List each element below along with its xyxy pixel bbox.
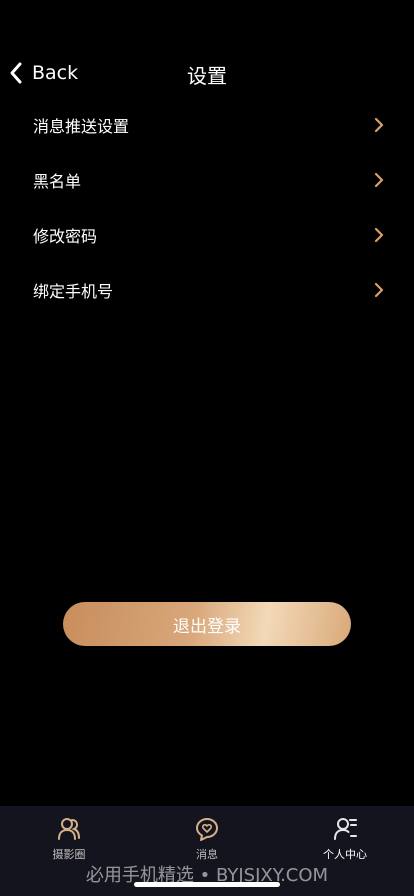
profile-icon bbox=[334, 818, 357, 840]
message-heart-icon bbox=[196, 818, 218, 841]
tab-label: 摄影圈 bbox=[52, 848, 86, 861]
tab-label: 消息 bbox=[196, 848, 218, 861]
people-icon bbox=[58, 818, 80, 840]
chevron-right-icon bbox=[374, 172, 384, 187]
chevron-right-icon bbox=[374, 117, 384, 132]
chevron-right-icon bbox=[374, 227, 384, 242]
settings-list: 消息推送设置 黑名单 修改密码 绑定手机号 bbox=[0, 97, 414, 317]
tab-messages[interactable]: 消息 bbox=[162, 816, 252, 862]
logout-button[interactable]: 退出登录 bbox=[63, 602, 351, 646]
tab-moments[interactable]: 摄影圈 bbox=[24, 816, 114, 862]
settings-item-bind-phone[interactable]: 绑定手机号 bbox=[0, 262, 414, 317]
settings-item-label: 黑名单 bbox=[33, 171, 82, 191]
settings-item-label: 绑定手机号 bbox=[33, 281, 114, 301]
settings-item-change-password[interactable]: 修改密码 bbox=[0, 207, 414, 262]
settings-item-blacklist[interactable]: 黑名单 bbox=[0, 152, 414, 207]
page-title: 设置 bbox=[187, 64, 227, 88]
tab-label: 个人中心 bbox=[323, 848, 367, 861]
settings-item-label: 消息推送设置 bbox=[33, 116, 130, 136]
tab-profile[interactable]: 个人中心 bbox=[300, 816, 390, 862]
navigation-bar: Back 设置 bbox=[0, 50, 414, 96]
settings-item-push-notifications[interactable]: 消息推送设置 bbox=[0, 97, 414, 152]
chevron-right-icon bbox=[374, 282, 384, 297]
home-indicator bbox=[134, 882, 280, 887]
settings-item-label: 修改密码 bbox=[33, 226, 98, 246]
